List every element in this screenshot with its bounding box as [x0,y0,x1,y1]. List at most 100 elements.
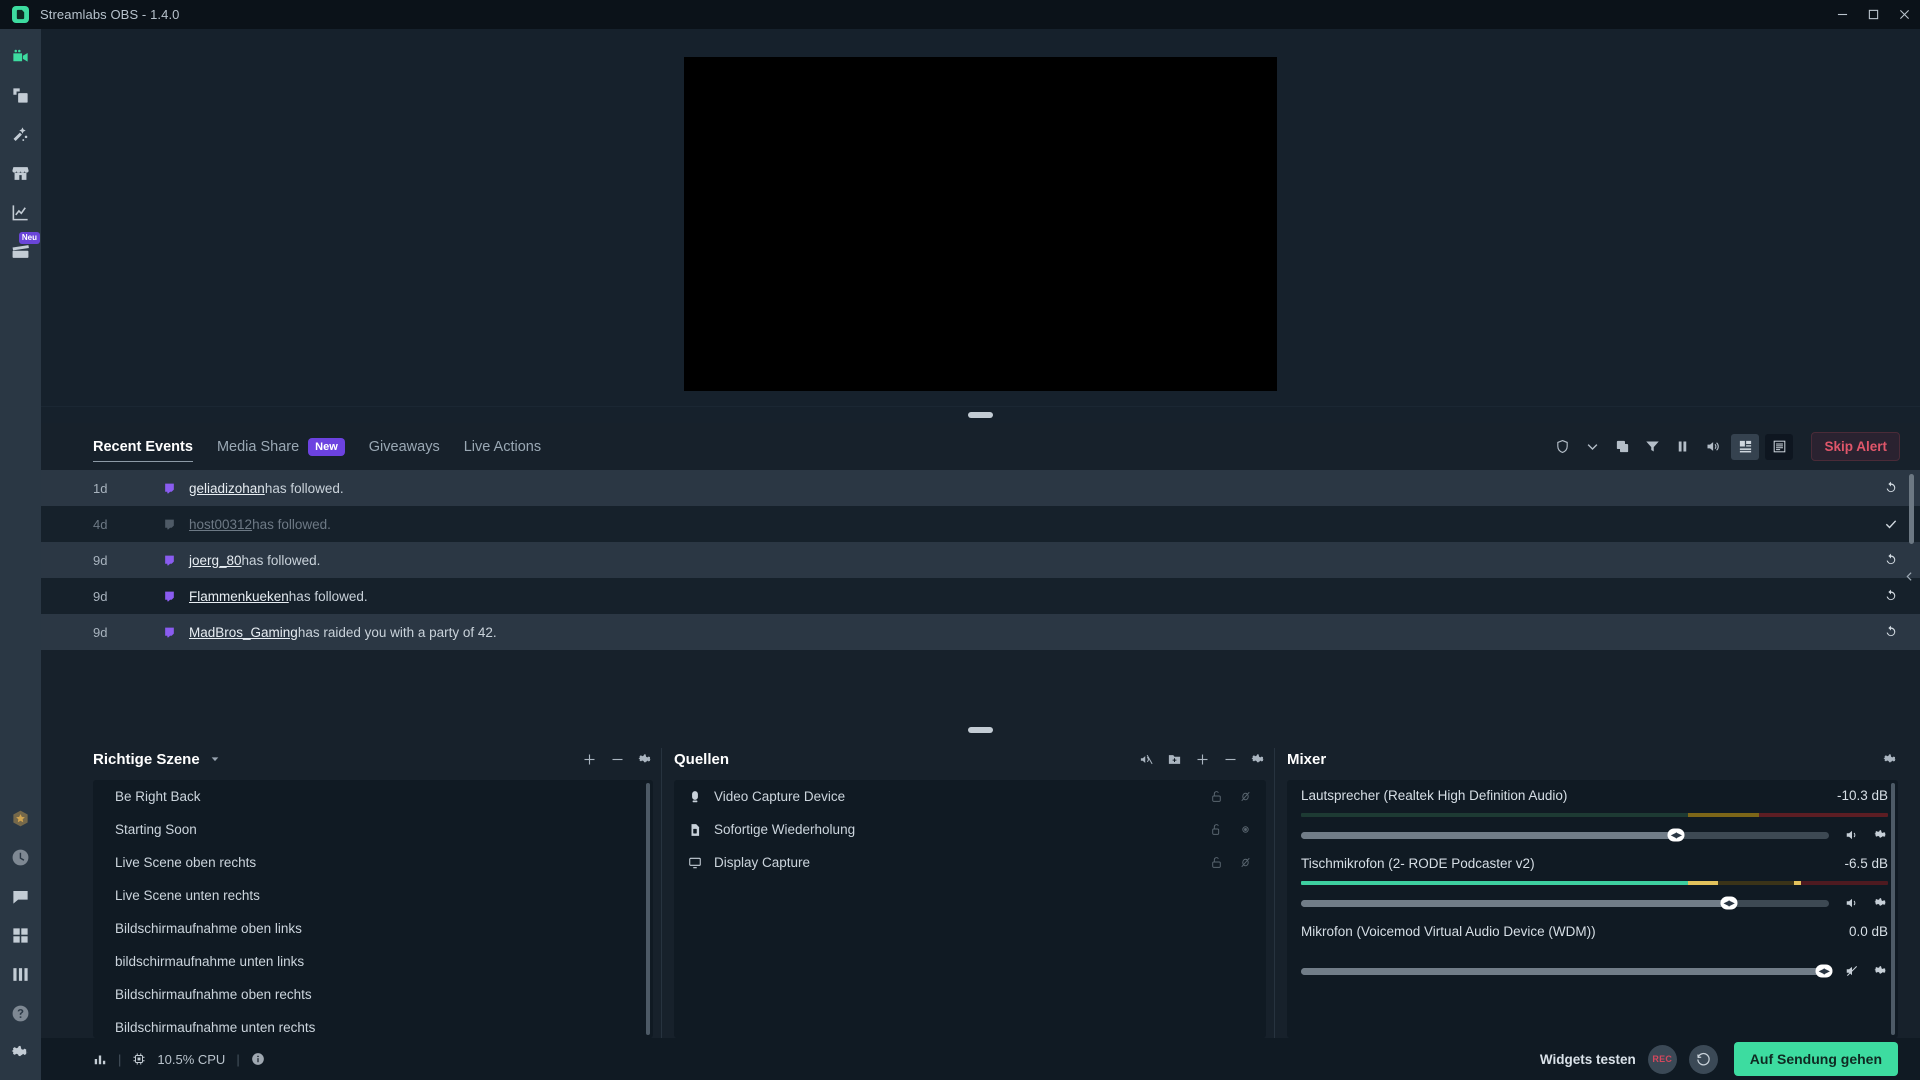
event-user[interactable]: joerg_80 [189,553,242,568]
volume-slider-knob[interactable]: ◀▶ [1815,964,1833,978]
event-user[interactable]: Flammenkueken [189,589,289,604]
sidebar-item-settings[interactable] [0,1033,41,1072]
scene-list-item[interactable]: Starting Soon [93,813,653,846]
scene-list-item[interactable]: Bildschirmaufnahme unten rechts [93,1011,653,1038]
preview-drag-handle[interactable] [968,412,993,418]
layers-icon[interactable] [1609,434,1635,460]
collapse-panel-chevron-icon[interactable] [1903,570,1916,583]
volume-slider[interactable]: ◀▶ [1301,828,1829,842]
record-button[interactable]: REC [1647,1044,1677,1074]
sidebar-item-columns[interactable] [0,955,41,994]
add-folder-icon[interactable] [1167,752,1182,767]
eye-icon[interactable] [1239,823,1252,836]
events-scrollbar[interactable] [1909,474,1914,544]
unlocked-icon[interactable] [1210,856,1223,869]
scene-list-item[interactable]: Be Right Back [93,780,653,813]
add-source-icon[interactable] [1195,752,1210,767]
view-list-icon[interactable] [1765,433,1794,460]
replay-icon[interactable] [1884,625,1898,639]
gear-icon[interactable] [1874,964,1888,978]
filter-icon[interactable] [1639,434,1665,460]
remove-source-icon[interactable] [1223,752,1238,767]
eye-slash-icon[interactable] [1239,856,1252,869]
event-row[interactable]: 4d host00312 has followed. [41,506,1920,542]
maximize-icon[interactable] [1858,0,1889,29]
tab-giveaways[interactable]: Giveaways [369,423,440,470]
scene-settings-icon[interactable] [638,752,653,767]
volume-slider-knob[interactable]: ◀▶ [1667,828,1685,842]
sidebar-item-alertbox[interactable] [0,115,41,154]
replay-icon[interactable] [1884,553,1898,567]
sidebar-item-store[interactable] [0,154,41,193]
view-compact-icon[interactable] [1731,433,1760,460]
preview-canvas[interactable] [684,56,1277,391]
chevron-down-icon[interactable] [210,754,220,764]
scene-list-item[interactable]: Bildschirmaufnahme oben links [93,912,653,945]
close-icon[interactable] [1889,0,1920,29]
source-settings-icon[interactable] [1251,752,1266,767]
source-list-item[interactable]: Sofortige Wiederholung [674,813,1266,846]
sources-list[interactable]: Video Capture Device Sofortige Wiederhol… [674,780,1266,1038]
sidebar-item-recent[interactable] [0,838,41,877]
tab-media-share[interactable]: Media Share New [217,423,345,470]
widgets-test-button[interactable]: Widgets testen [1540,1052,1636,1067]
shield-icon[interactable] [1549,434,1575,460]
info-circle-icon[interactable] [251,1052,265,1066]
scene-list-item[interactable]: Bildschirmaufnahme oben rechts [93,978,653,1011]
speaker-icon[interactable] [1845,828,1859,842]
event-row[interactable]: 9d Flammenkueken has followed. [41,578,1920,614]
events-drag-handle[interactable] [968,727,993,733]
scene-list-item[interactable]: Live Scene unten rechts [93,879,653,912]
scene-list-item[interactable]: Live Scene oben rechts [93,846,653,879]
event-row[interactable]: 9d joerg_80 has followed. [41,542,1920,578]
sidebar-item-help[interactable] [0,994,41,1033]
sidebar-item-prime[interactable] [0,799,41,838]
sidebar-item-dashboard[interactable] [0,193,41,232]
gear-icon[interactable] [1883,752,1898,767]
remove-scene-icon[interactable] [610,752,625,767]
unlocked-icon[interactable] [1210,823,1223,836]
event-row[interactable]: 9d MadBros_Gaming has raided you with a … [41,614,1920,650]
check-icon[interactable] [1884,517,1898,531]
audio-mix-icon[interactable] [1139,752,1154,767]
mixer-scrollbar[interactable] [1891,783,1895,1035]
replay-icon[interactable] [1884,481,1898,495]
speaker-icon[interactable] [1845,896,1859,910]
gear-icon[interactable] [1874,896,1888,910]
events-list[interactable]: 1d geliadizohan has followed. 4d host003… [41,470,1920,722]
event-user[interactable]: host00312 [189,517,252,532]
sidebar-item-editor[interactable] [0,37,41,76]
sidebar-item-chat[interactable] [0,877,41,916]
mixer-channels[interactable]: Lautsprecher (Realtek High Definition Au… [1287,780,1898,1038]
sidebar-item-themes[interactable] [0,76,41,115]
eye-slash-icon[interactable] [1239,790,1252,803]
sidebar-item-highlighter[interactable]: Neu [0,232,41,271]
speaker-mute-icon[interactable] [1845,964,1859,978]
event-row[interactable]: 1d geliadizohan has followed. [41,470,1920,506]
minimize-icon[interactable] [1827,0,1858,29]
source-list-item[interactable]: Display Capture [674,846,1266,879]
tab-live-actions[interactable]: Live Actions [464,423,541,470]
unlocked-icon[interactable] [1210,790,1223,803]
pause-icon[interactable] [1669,434,1695,460]
scene-list-item[interactable]: bildschirmaufnahme unten links [93,945,653,978]
source-list-item[interactable]: Video Capture Device [674,780,1266,813]
tab-recent-events[interactable]: Recent Events [93,423,193,470]
event-user[interactable]: geliadizohan [189,481,265,496]
go-live-button[interactable]: Auf Sendung gehen [1733,1042,1898,1076]
scenes-list[interactable]: Be Right Back Starting Soon Live Scene o… [93,780,653,1038]
speaker-icon[interactable] [1699,434,1725,460]
replay-buffer-button[interactable] [1688,1044,1718,1074]
scenes-scrollbar[interactable] [646,783,650,1035]
skip-alert-button[interactable]: Skip Alert [1811,432,1900,461]
sidebar-item-layout[interactable] [0,916,41,955]
chevron-down-icon[interactable] [1579,434,1605,460]
volume-slider[interactable]: ◀▶ [1301,964,1833,978]
event-user[interactable]: MadBros_Gaming [189,625,298,640]
bar-chart-icon[interactable] [93,1052,107,1066]
volume-slider-knob[interactable]: ◀▶ [1720,896,1738,910]
volume-slider[interactable]: ◀▶ [1301,896,1829,910]
replay-icon[interactable] [1884,589,1898,603]
preview-area[interactable] [41,29,1920,406]
add-scene-icon[interactable] [582,752,597,767]
